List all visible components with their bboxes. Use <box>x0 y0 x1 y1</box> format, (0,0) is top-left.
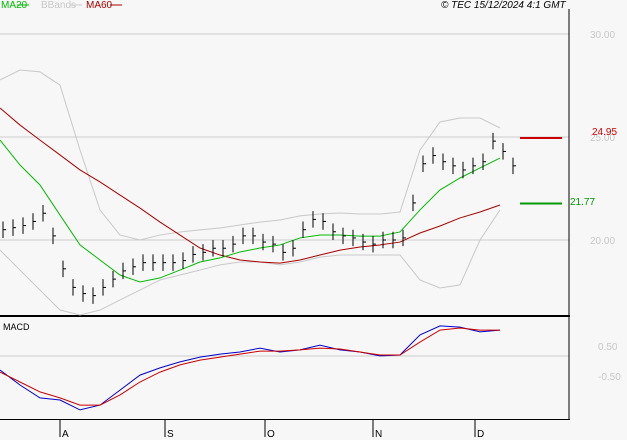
copyright: © TEC 15/12/2024 4:1 GMT <box>441 0 566 11</box>
macd-y-tick-label: 0.50 <box>598 342 618 353</box>
x-tick-label: A <box>62 429 69 440</box>
x-tick-label: D <box>477 429 484 440</box>
macd-y-tick-label: -0.50 <box>598 372 621 383</box>
chart-container: 30.00 25.00 20.00 0.50 -0.50 A S O N D MA20 BBand… <box>0 0 627 440</box>
macd-label: MACD <box>3 322 30 332</box>
legend-ma60: MA60 <box>86 0 113 11</box>
y-tick-label: 20.00 <box>590 236 615 247</box>
legend-ma20: MA20 <box>1 0 28 11</box>
x-tick-label: O <box>267 429 275 440</box>
signal-line <box>0 327 500 406</box>
bband-lower-line <box>0 209 501 316</box>
x-tick-label: N <box>375 429 382 440</box>
x-tick-label: S <box>167 429 174 440</box>
resistance-label: 24.95 <box>592 127 618 138</box>
support-label: 21.77 <box>570 197 596 208</box>
bband-upper-line <box>0 69 501 241</box>
chart-svg: 30.0025.0020.000.50-0.50A S O N D <box>0 4 621 440</box>
macd-line <box>0 325 501 411</box>
legend-bbands: BBands <box>41 0 77 11</box>
y-tick-label: 30.00 <box>590 30 615 41</box>
